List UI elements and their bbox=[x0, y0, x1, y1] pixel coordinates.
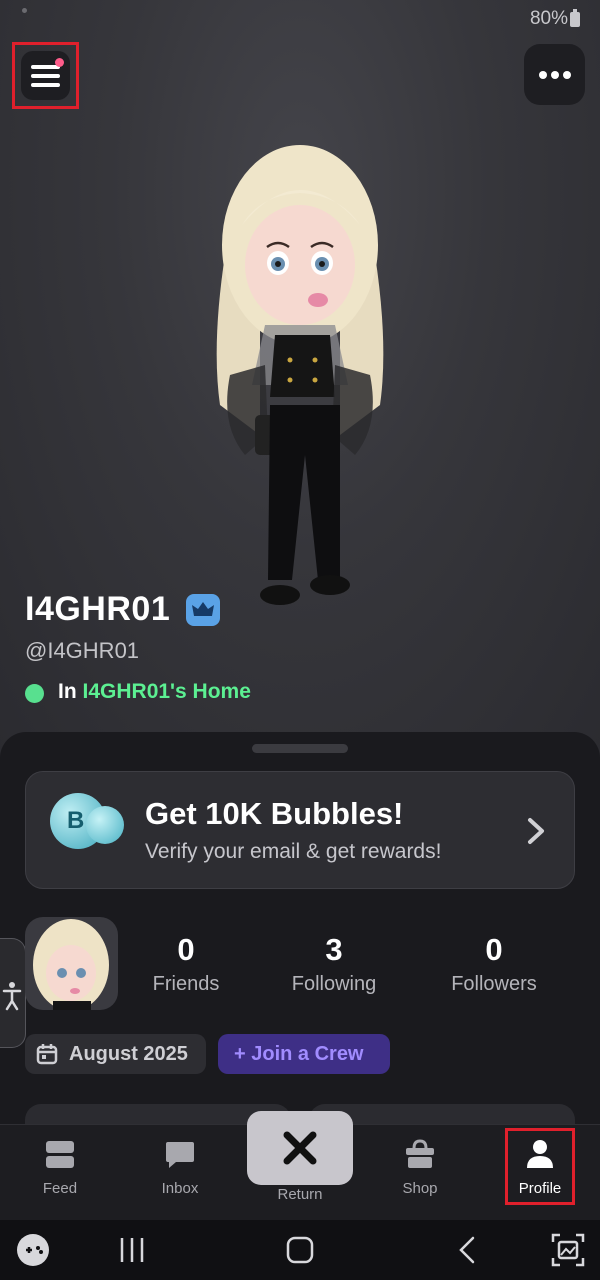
battery-percent: 80% bbox=[529, 8, 568, 29]
battery-icon bbox=[570, 9, 580, 27]
more-options-icon bbox=[539, 71, 547, 79]
avatar-thumbnail[interactable] bbox=[25, 917, 118, 1010]
accessibility-button[interactable] bbox=[0, 938, 26, 1048]
return-label: Return bbox=[277, 1186, 323, 1203]
feed-icon bbox=[46, 1141, 74, 1168]
hamburger-menu-icon bbox=[21, 51, 70, 100]
tab-feed-label: Feed bbox=[42, 1180, 78, 1197]
promo-title: Get 10K Bubbles! bbox=[145, 796, 404, 831]
join-crew-label: + Join a Crew bbox=[234, 1043, 364, 1065]
recent-apps-icon[interactable] bbox=[117, 1235, 147, 1265]
tab-feed[interactable]: Feed bbox=[10, 1124, 110, 1214]
following-label[interactable]: Following bbox=[254, 973, 414, 996]
location-status[interactable]: In I4GHR01's Home bbox=[58, 680, 251, 704]
crown-icon[interactable] bbox=[186, 594, 220, 626]
shop-icon bbox=[406, 1139, 434, 1168]
profile-handle: @I4GHR01 bbox=[25, 638, 140, 663]
close-icon bbox=[283, 1131, 317, 1165]
tab-inbox-label: Inbox bbox=[161, 1180, 199, 1197]
tab-shop-label: Shop bbox=[402, 1180, 438, 1197]
followers-label[interactable]: Followers bbox=[414, 973, 574, 996]
promo-subtitle: Verify your email & get rewards! bbox=[145, 840, 442, 863]
system-nav-bar bbox=[0, 1220, 600, 1280]
location-link[interactable]: I4GHR01's Home bbox=[83, 680, 251, 703]
profile-tab-highlight bbox=[505, 1128, 575, 1205]
game-launcher-icon[interactable] bbox=[15, 1232, 51, 1268]
join-crew-button[interactable]: + Join a Crew bbox=[218, 1034, 390, 1074]
home-icon[interactable] bbox=[285, 1235, 315, 1265]
following-count[interactable]: 3 bbox=[264, 932, 404, 968]
sheet-drag-handle[interactable] bbox=[252, 744, 348, 753]
avatar-3d[interactable] bbox=[190, 135, 410, 615]
chevron-right-icon bbox=[528, 818, 544, 844]
status-bar: 80% bbox=[0, 0, 600, 40]
profile-display-name: I4GHR01 bbox=[25, 590, 171, 628]
inbox-icon bbox=[166, 1142, 194, 1168]
online-status-icon bbox=[25, 684, 44, 703]
notification-dot bbox=[55, 58, 64, 67]
followers-count[interactable]: 0 bbox=[424, 932, 564, 968]
joined-date: August 2025 bbox=[69, 1043, 188, 1065]
tab-shop[interactable]: Shop bbox=[370, 1124, 470, 1214]
back-icon[interactable] bbox=[453, 1235, 483, 1265]
bubble-letter: B bbox=[67, 807, 85, 834]
accessibility-icon bbox=[2, 982, 22, 1011]
location-prefix: In bbox=[58, 680, 77, 703]
friends-label[interactable]: Friends bbox=[106, 973, 266, 996]
friends-count[interactable]: 0 bbox=[116, 932, 256, 968]
calendar-icon bbox=[36, 1044, 58, 1065]
joined-date-chip: August 2025 bbox=[25, 1034, 206, 1074]
menu-button[interactable] bbox=[12, 42, 79, 109]
more-options-button[interactable] bbox=[524, 44, 585, 105]
status-indicator-icon bbox=[22, 8, 27, 13]
screenshot-icon[interactable] bbox=[550, 1232, 586, 1268]
return-button[interactable] bbox=[247, 1111, 353, 1185]
tab-inbox[interactable]: Inbox bbox=[130, 1124, 230, 1214]
